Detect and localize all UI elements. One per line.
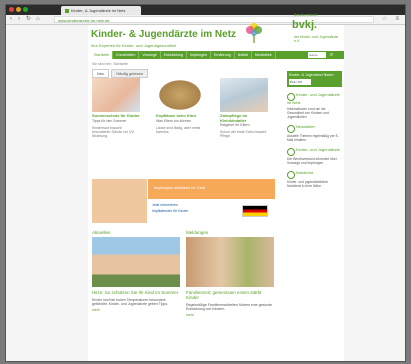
flower-logo-icon [246,23,262,43]
sidebar-item-title[interactable]: Notdienst [296,170,313,175]
article-body: Kinder sind bei hohen Temperaturen beson… [92,298,169,306]
article-image [186,237,274,287]
tab-neu[interactable]: Neu [92,69,110,78]
sidebar-item-body: Der Berufsverband informiert über Vorsor… [287,156,337,165]
breadcrumb: Sie sind hier: Startseite [92,62,128,66]
article-more-link[interactable]: mehr [186,313,274,317]
article-body: Regelmäßige Familienmahlzeiten fördern e… [186,303,272,311]
teaser-body: Schon der erste Zahn braucht Pflege. [220,130,267,138]
banner-text: Impfkalender für Kinder [152,209,189,213]
close-icon[interactable] [9,7,14,12]
address-bar-row: ‹ › ↻ ⌂ www.kinderaerzte-im-netz.de ☆ ≡ [6,15,405,25]
doctor-finder-box: Kinder- & Jugendarzt finden PLZ / Ort [287,71,342,87]
article-title[interactable]: Hitze: So schützen Sie Ihr Kind im Somme… [92,290,180,295]
site-title[interactable]: Kinder- & Jugendärzte im Netz [91,29,236,40]
nav-item-entwicklung[interactable]: Entwicklung [161,51,187,59]
article-title[interactable]: Familienzeit: gemeinsam essen stärkt Kin… [186,290,274,300]
banner-image [92,179,147,223]
sidebar-item-title[interactable]: Kinder- und Jugendärzte im Netz [287,92,340,105]
main-navigation: Startseite Krankheiten Vorsorge Entwickl… [91,51,344,59]
teaser-card[interactable]: Zahnpflege im Kleinkindalter Ratgeber fü… [220,78,268,138]
teaser-body: Läuse sind lästig, aber meist harmlos. [156,125,201,134]
bvkj-logo-caption: Berufsverband [294,13,317,17]
home-icon[interactable]: ⌂ [36,15,40,24]
teaser-subtitle: Was Eltern tun können [156,118,192,123]
url-field[interactable]: www.kinderaerzte-im-netz.de [54,16,374,23]
sidebar-item[interactable]: Newsletter Aktuelle Themen regelmäßig pe… [287,124,342,142]
teaser-image [92,78,140,112]
minimize-icon[interactable] [16,7,21,12]
tab-title: Kinder- & Jugendärzte im Netz [71,8,126,13]
browser-tab[interactable]: Kinder- & Jugendärzte im Netz [61,6,141,15]
sidebar-item-title[interactable]: Kinder- und Jugendärzte [296,147,340,152]
doctor-finder-title: Kinder- & Jugendarzt finden [289,73,334,77]
teaser-title[interactable]: Zahnpflege im Kleinkindalter [220,113,268,123]
favicon-icon [65,8,69,13]
sidebar-item-body: Informationen rund um die Gesundheit von… [287,106,329,119]
search-input[interactable]: Suche [308,52,326,58]
location-select[interactable]: PLZ / Ort [289,79,311,85]
article-image [92,237,180,287]
phone-icon [287,170,295,179]
bookmark-star-icon[interactable]: ☆ [382,15,387,24]
sidebar: Kinder- & Jugendarzt finden PLZ / Ort Ki… [287,71,342,188]
german-flag-icon [242,205,268,217]
browser-menu-icon[interactable]: ≡ [395,15,399,24]
nav-item-ernaehrung[interactable]: Ernährung [211,51,235,59]
tab-haeufig-gelesen[interactable]: Häufig gelesen [111,69,149,78]
nav-item-vorsorge[interactable]: Vorsorge [139,51,161,59]
teaser-image [156,78,204,112]
sidebar-item[interactable]: Kinder- und Jugendärzte im Netz Informat… [287,92,342,119]
sidebar-item-body: Aktuelle Themen regelmäßig per E-Mail er… [287,133,339,142]
section-heading-meldungen: Meldungen [186,230,209,235]
teaser-subtitle: Tipps für den Sommer [92,118,127,123]
sidebar-item[interactable]: Kinder- und Jugendärzte Der Berufsverban… [287,147,342,165]
article-more-link[interactable]: mehr [92,308,180,312]
bvkj-logo[interactable]: bvkj. [292,19,317,31]
sidebar-item-title[interactable]: Newsletter [296,124,315,129]
window-controls [9,7,28,12]
teaser-card[interactable]: Kopfläuse beim Kind Was Eltern tun könne… [156,78,204,134]
bvkj-logo-subtitle: der Kinder- und Jugendärzte e.V. [294,35,339,43]
back-icon[interactable]: ‹ [10,15,12,24]
maximize-icon[interactable] [23,7,28,12]
teaser-image [220,78,268,112]
title-bar: Kinder- & Jugendärzte im Netz [6,5,405,15]
teaser-title[interactable]: Sonnenschutz für Kinder [92,113,140,119]
nav-item-impfungen[interactable]: Impfungen [187,51,211,59]
nav-item-startseite[interactable]: Startseite [91,51,114,59]
sidebar-item-body: Kinder- und jugendärztlicher Notdienst i… [287,179,329,188]
search-icon[interactable]: ⌕ [330,51,333,59]
people-icon [287,147,295,156]
content-tabs: Neu Häufig gelesen [92,69,149,78]
forward-icon[interactable]: › [18,15,20,24]
banner-link[interactable]: Jetzt informieren [152,203,178,207]
section-heading-aktuelles: Aktuelles [92,230,111,235]
banner-headline-bar: Impfungen schützen Ihr Kind [148,179,275,199]
browser-window: Kinder- & Jugendärzte im Netz ‹ › ↻ ⌂ ww… [5,4,406,362]
impf-banner[interactable]: Impfungen schützen Ihr Kind Jetzt inform… [92,179,275,223]
reload-icon[interactable]: ↻ [26,15,31,24]
article-teaser[interactable]: Hitze: So schützen Sie Ihr Kind im Somme… [92,237,180,312]
site-subtitle: Ihre Experten für Kinder- und Jugendgesu… [91,43,177,48]
teaser-body: Kinderhaut braucht besonderen Schutz vor… [92,125,135,138]
article-teaser[interactable]: Familienzeit: gemeinsam essen stärkt Kin… [186,237,274,317]
nav-item-krankheiten[interactable]: Krankheiten [113,51,140,59]
nav-item-notfall[interactable]: Notfall [235,51,252,59]
teaser-subtitle: Ratgeber für Eltern [220,123,250,127]
nav-item-mediathek[interactable]: Mediathek [252,51,276,59]
teaser-card[interactable]: Sonnenschutz für Kinder Tipps für den So… [92,78,140,138]
banner-headline: Impfungen schützen Ihr Kind [154,185,205,190]
mail-icon [287,124,295,133]
sidebar-item[interactable]: Notdienst Kinder- und jugendärztlicher N… [287,170,342,188]
